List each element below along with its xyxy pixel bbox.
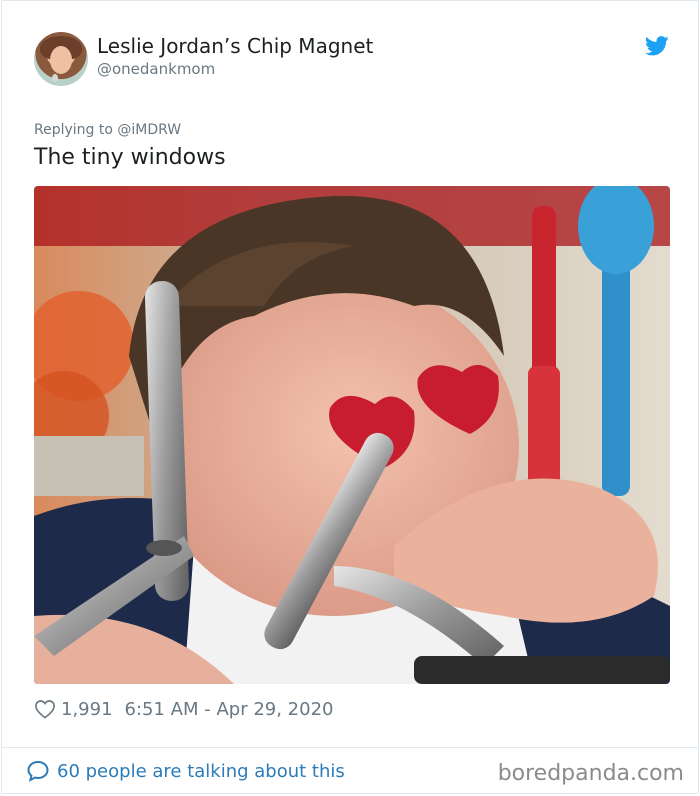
heart-icon[interactable]	[34, 699, 56, 719]
tweet-text: The tiny windows	[34, 145, 226, 170]
speech-bubble-icon	[27, 760, 49, 782]
tweet-meta: 1,991 6:51 AM - Apr 29, 2020	[34, 696, 333, 722]
conversation-link[interactable]: 60 people are talking about this	[26, 759, 345, 783]
conversation-link-label: 60 people are talking about this	[57, 760, 345, 782]
avatar-earring	[52, 74, 58, 82]
footer-divider	[2, 747, 698, 748]
author-avatar[interactable]	[34, 32, 88, 86]
like-count: 1,991	[61, 698, 113, 720]
boredpanda-watermark: boredpanda.com	[497, 761, 684, 786]
crying-boy-photo	[34, 186, 670, 684]
replying-to-label[interactable]: Replying to @iMDRW	[34, 122, 181, 138]
tweet-media-image[interactable]	[34, 186, 670, 684]
author-handle[interactable]: @onedankmom	[97, 60, 215, 78]
avatar-face	[50, 46, 72, 74]
author-display-name[interactable]: Leslie Jordan’s Chip Magnet	[97, 34, 373, 58]
twitter-bird-icon[interactable]	[645, 36, 669, 56]
tweet-card: Leslie Jordan’s Chip Magnet @onedankmom …	[1, 0, 699, 794]
tweet-timestamp[interactable]: 6:51 AM - Apr 29, 2020	[125, 699, 334, 720]
